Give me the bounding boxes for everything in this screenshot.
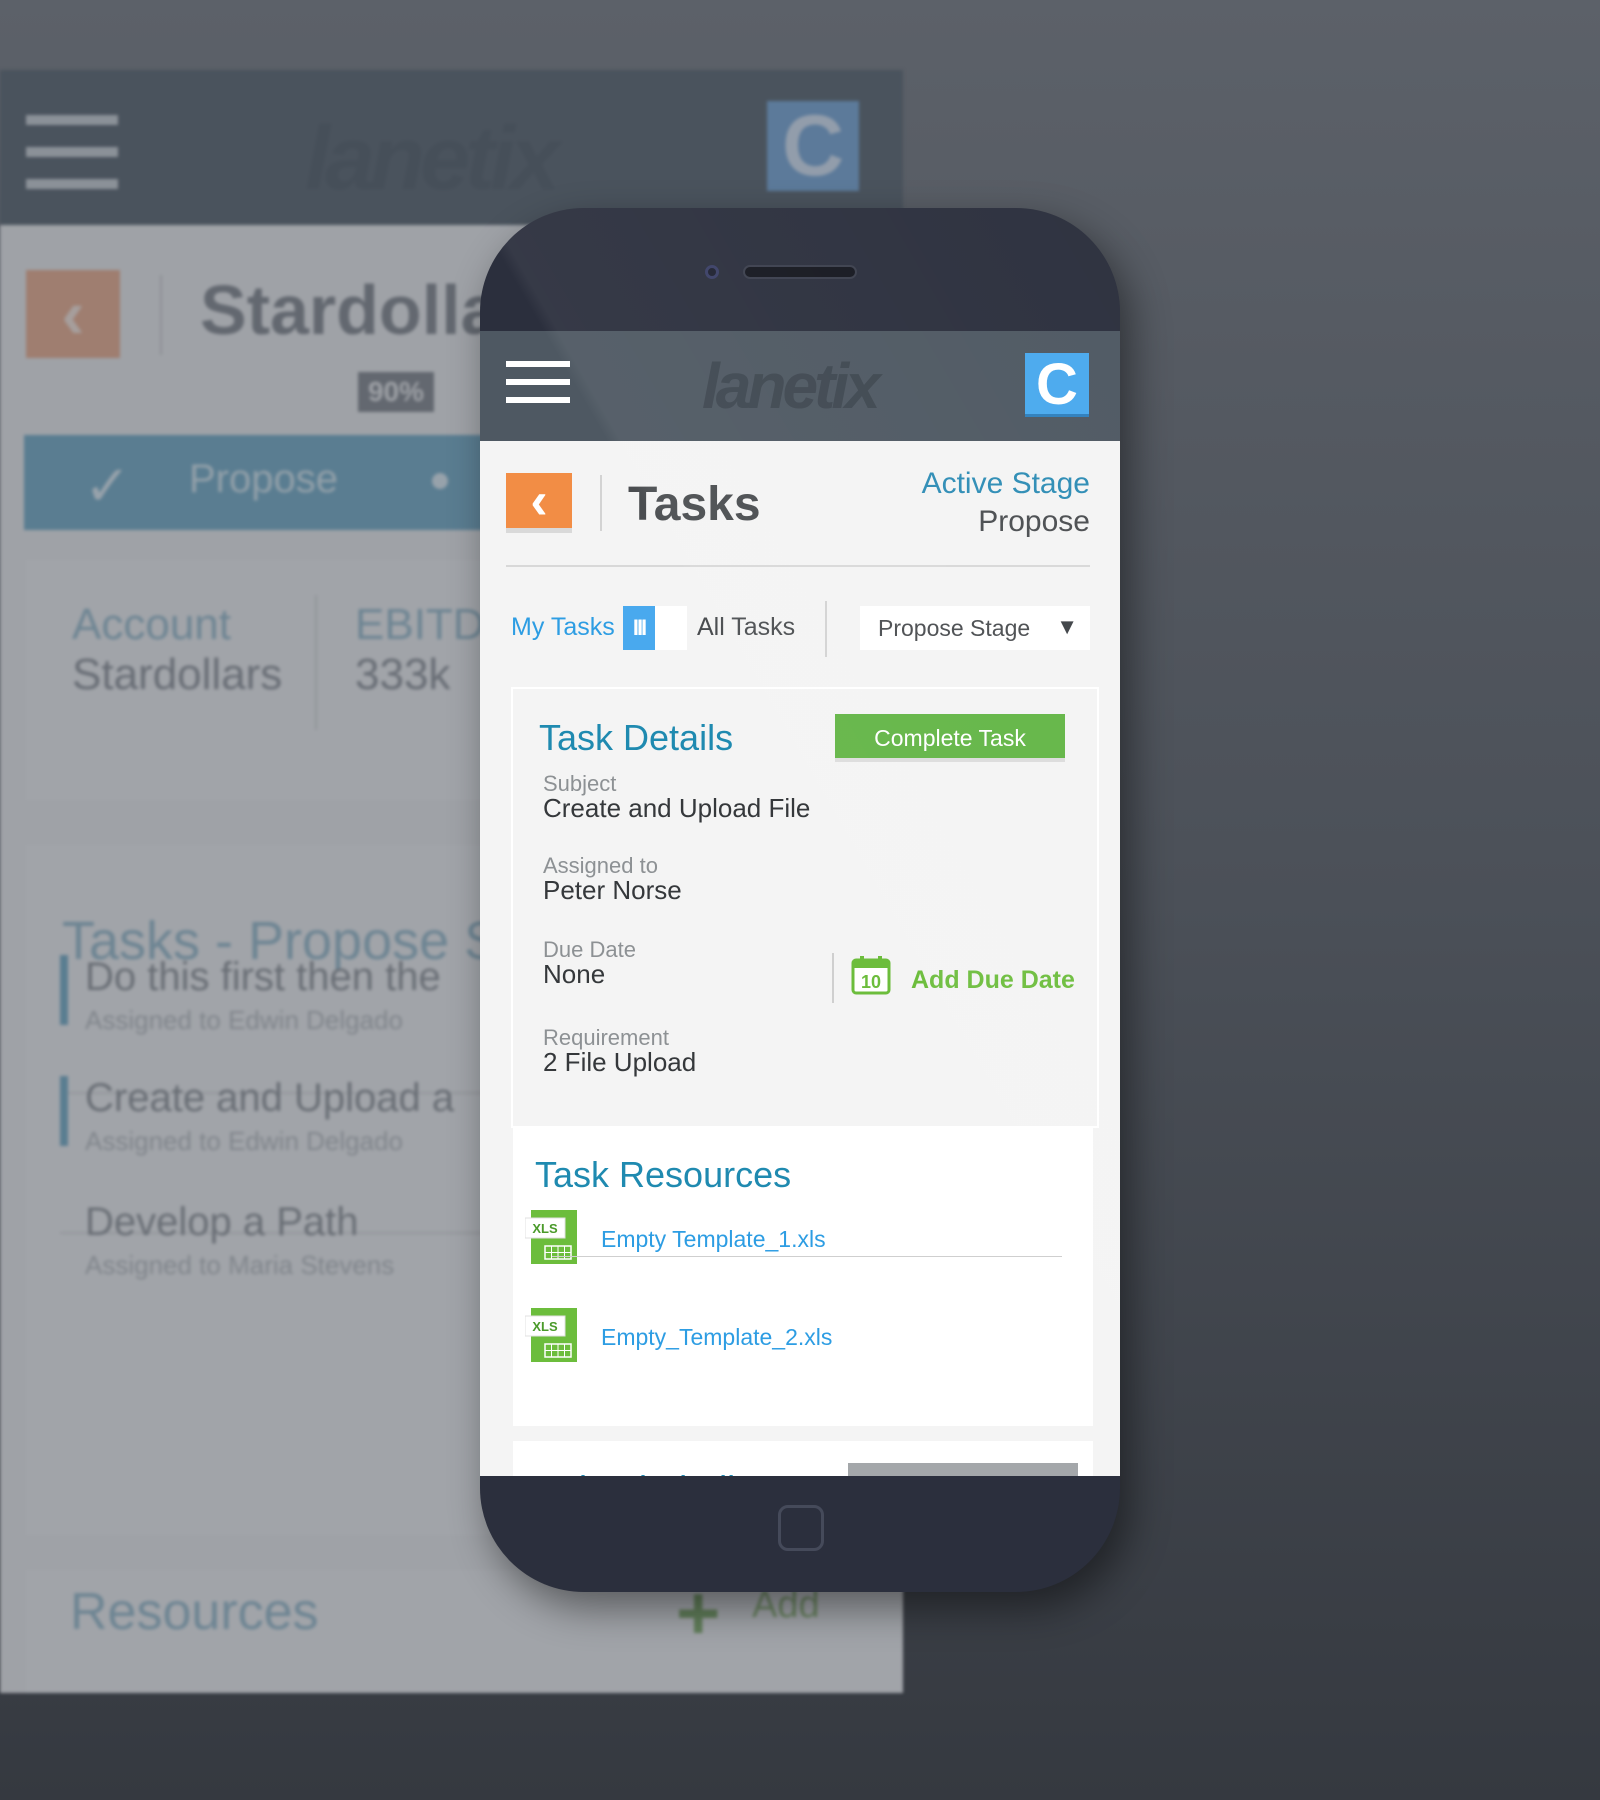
- subject-value: Create and Upload File: [543, 793, 811, 823]
- active-stage-label: Active Stage: [921, 467, 1090, 500]
- dropdown-arrow-icon: ▼: [1056, 614, 1078, 639]
- header-separator: [506, 565, 1090, 567]
- resource-file-item[interactable]: XLS Empty_Template_2.xls: [525, 1306, 1080, 1378]
- chevron-left-icon: ‹: [530, 472, 548, 530]
- upload-button[interactable]: Upload: [848, 1463, 1078, 1476]
- main-content: ‹ Tasks Active Stage Propose My Tasks II…: [480, 441, 1120, 1476]
- stage-select-dropdown[interactable]: Propose Stage ▼: [860, 606, 1090, 650]
- assigned-to-value: Peter Norse: [543, 875, 682, 905]
- speaker-grille: [743, 265, 857, 279]
- toggle-knob-icon: III: [623, 606, 655, 650]
- camera-icon: [705, 265, 719, 279]
- due-date-divider: [832, 953, 834, 1003]
- stage-select-label: Propose Stage: [878, 615, 1031, 641]
- tasks-toggle-switch[interactable]: III: [623, 606, 687, 650]
- resource-file-name[interactable]: Empty_Template_2.xls: [601, 1324, 832, 1351]
- xls-badge: XLS: [532, 1221, 558, 1236]
- calendar-icon[interactable]: 10: [851, 955, 891, 995]
- task-details-card: Task Details Complete Task Subject Creat…: [511, 687, 1099, 1128]
- app-header: lanetix C: [480, 331, 1120, 441]
- uploaded-files-card: Uploaded Files Upload: [513, 1441, 1093, 1476]
- back-button[interactable]: ‹: [506, 473, 572, 533]
- all-tasks-option[interactable]: All Tasks: [697, 613, 795, 642]
- active-stage-value: Propose: [978, 505, 1090, 538]
- task-details-title: Task Details: [539, 717, 734, 758]
- phone-screen: lanetix C ‹ Tasks Active Stage Propose M…: [480, 331, 1120, 1476]
- due-date-value: None: [543, 959, 606, 989]
- resource-file-item[interactable]: XLS Empty Template_1.xls: [525, 1208, 1080, 1280]
- uploaded-files-title: Uploaded Files: [533, 1468, 773, 1476]
- xls-file-icon: XLS: [525, 1210, 577, 1264]
- xls-badge: XLS: [532, 1319, 558, 1334]
- task-resources-title: Task Resources: [535, 1154, 792, 1195]
- resource-file-name[interactable]: Empty Template_1.xls: [601, 1226, 826, 1253]
- calendar-day: 10: [861, 972, 881, 992]
- app-logo: lanetix: [702, 350, 881, 422]
- task-resources-card: Task Resources XLS Empty Template_1.xls: [513, 1126, 1093, 1426]
- c-app-button[interactable]: C: [1025, 353, 1089, 417]
- filter-divider: [825, 601, 827, 657]
- add-due-date-link[interactable]: Add Due Date: [911, 966, 1075, 995]
- complete-task-button[interactable]: Complete Task: [835, 714, 1065, 762]
- resource-divider: [552, 1256, 1062, 1257]
- header-divider: [600, 475, 602, 531]
- phone-device: lanetix C ‹ Tasks Active Stage Propose M…: [480, 208, 1120, 1592]
- requirement-value: 2 File Upload: [543, 1047, 697, 1077]
- page-title: Tasks: [628, 478, 761, 531]
- hamburger-menu-icon[interactable]: [506, 361, 570, 411]
- xls-file-icon: XLS: [525, 1308, 577, 1362]
- home-button[interactable]: [778, 1505, 824, 1551]
- my-tasks-option[interactable]: My Tasks: [511, 613, 615, 642]
